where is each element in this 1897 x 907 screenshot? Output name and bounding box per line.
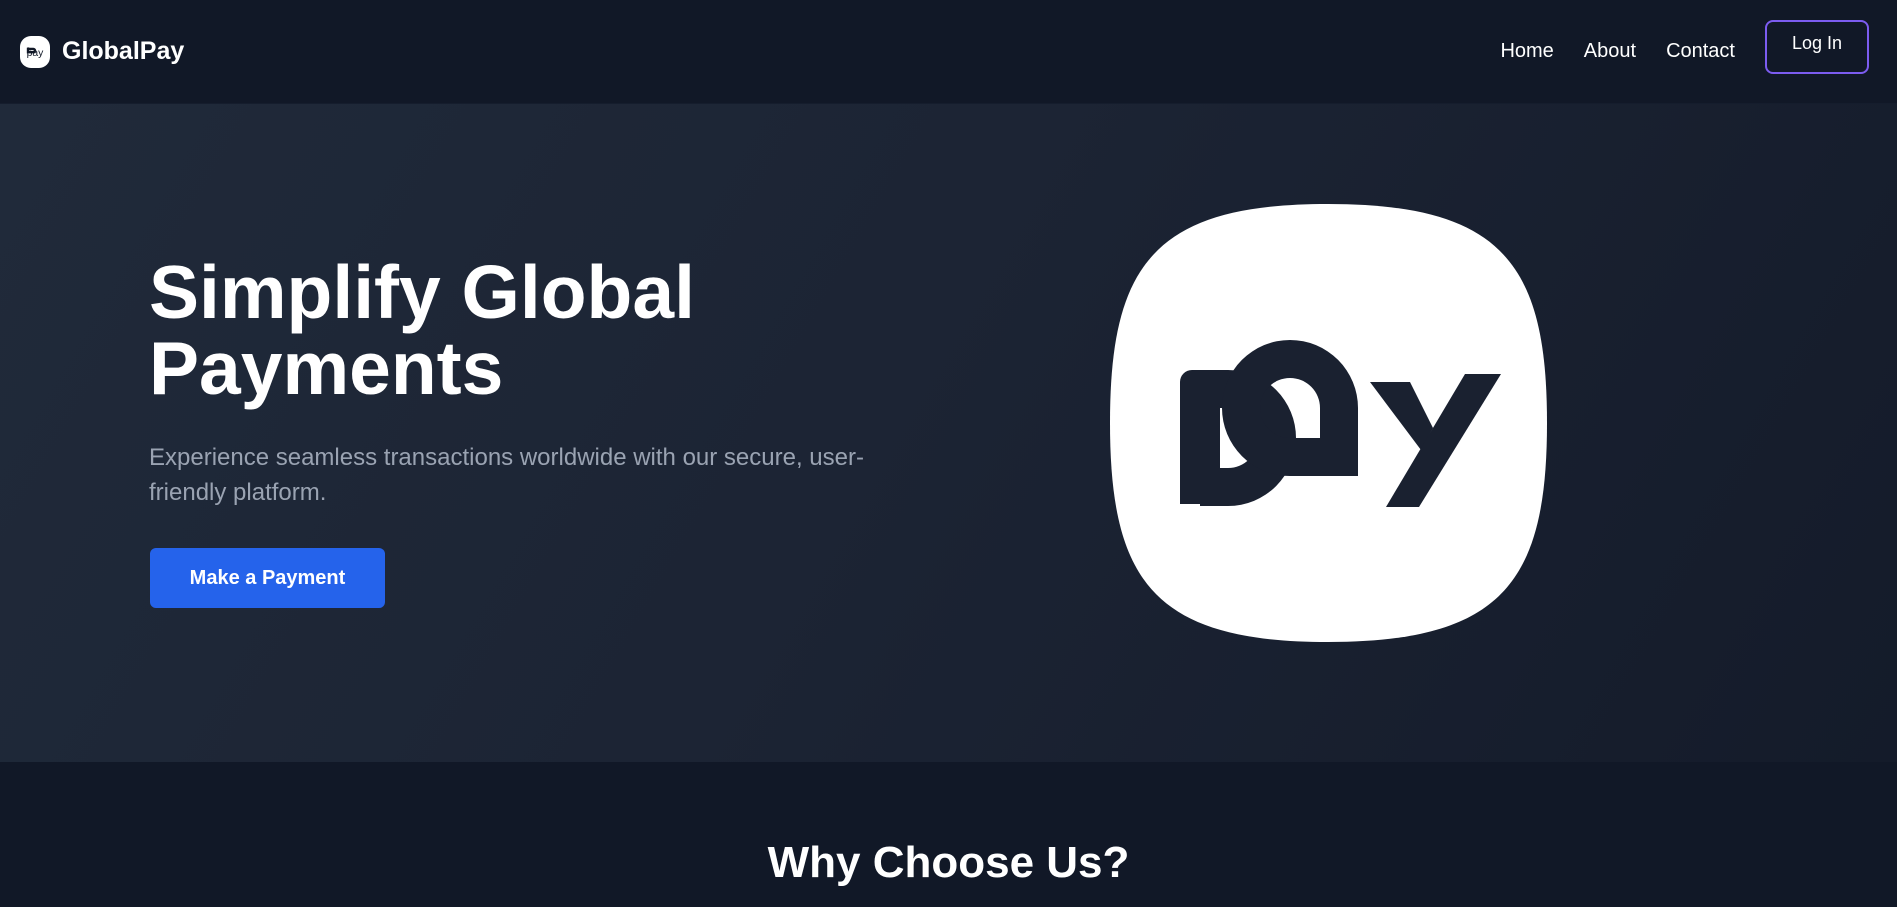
hero-title: Simplify Global Payments (149, 254, 929, 406)
brand[interactable]: pay GlobalPay (20, 35, 185, 68)
hero-section: Simplify Global Payments Experience seam… (0, 104, 1897, 762)
nav-link-contact[interactable]: Contact (1666, 40, 1735, 63)
svg-text:pay: pay (27, 47, 45, 58)
nav-link-home[interactable]: Home (1500, 40, 1553, 63)
brand-name: GlobalPay (62, 37, 185, 65)
login-button[interactable]: Log In (1765, 19, 1869, 74)
hero-subtitle: Experience seamless transactions worldwi… (149, 444, 864, 506)
hero-title-line-2: Payments (149, 326, 504, 410)
main-nav: Home About Contact Log In (1500, 19, 1869, 74)
top-navbar: pay GlobalPay Home About Contact Log In (0, 0, 1897, 104)
make-payment-button[interactable]: Make a Payment (150, 548, 385, 608)
why-choose-us-heading: Why Choose Us? (767, 838, 1130, 887)
hero-title-line-1: Simplify Global (149, 250, 695, 334)
pay-logo-icon: pay (20, 35, 50, 68)
nav-link-about[interactable]: About (1584, 40, 1636, 63)
pay-logo-icon (1110, 204, 1547, 642)
